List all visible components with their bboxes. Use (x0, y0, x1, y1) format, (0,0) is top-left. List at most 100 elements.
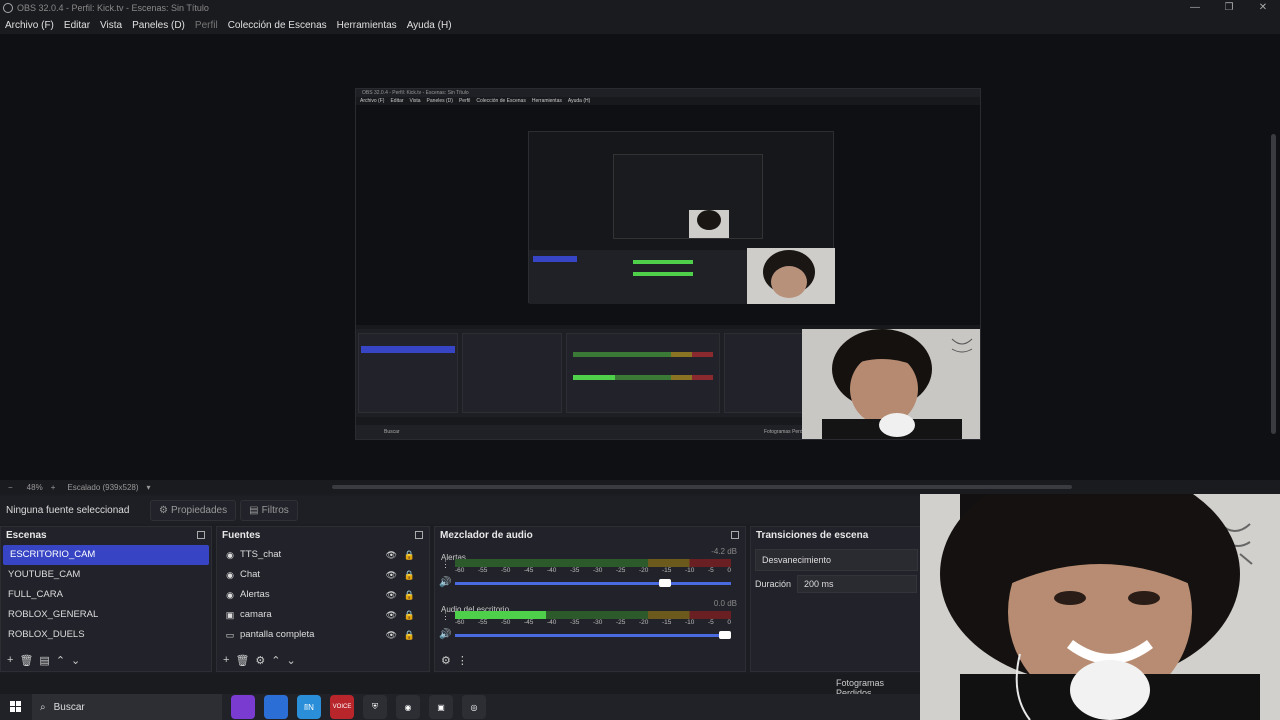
undock-icon[interactable] (197, 531, 205, 539)
transition-type-select[interactable]: Desvanecimiento (755, 549, 918, 571)
zoom-in-button[interactable]: + (51, 483, 56, 492)
menu-herramientas[interactable]: Herramientas (332, 20, 402, 31)
mixer-menu-icon[interactable]: ⋮ (457, 654, 468, 667)
browser-icon: ◉ (226, 550, 234, 560)
preview-horizontal-scrollbar[interactable] (332, 485, 1072, 489)
visibility-eye-icon[interactable]: 👁 (386, 625, 397, 645)
windows-logo-icon (10, 701, 21, 712)
channel-db: -4.2 dB (711, 547, 737, 556)
wave-icon[interactable]: ſIN (297, 695, 321, 719)
add-scene-icon[interactable]: + (7, 654, 13, 666)
source-label: pantalla completa (240, 629, 315, 640)
move-down-icon[interactable]: ⌄ (287, 654, 296, 667)
properties-label: Propiedades (170, 504, 228, 516)
tick-label: -20 (639, 567, 649, 574)
lock-icon[interactable]: 🔒 (404, 585, 415, 605)
preview-vertical-scrollbar[interactable] (1271, 134, 1276, 434)
tick-label: -25 (616, 567, 626, 574)
source-item[interactable]: ▣ camara 👁 🔒 (217, 605, 429, 625)
filters-button[interactable]: ▤ Filtros (240, 499, 298, 521)
fader-knob[interactable] (658, 579, 671, 587)
taskbar-search[interactable]: ⌕ Buscar (32, 694, 222, 720)
no-source-label: Ninguna fuente seleccionad (6, 504, 130, 516)
visibility-eye-icon[interactable]: 👁 (386, 565, 397, 585)
move-up-icon[interactable]: ⌃ (271, 654, 280, 667)
zoom-out-button[interactable]: − (8, 483, 13, 492)
add-source-icon[interactable]: + (223, 654, 229, 666)
lock-icon[interactable]: 🔒 (404, 565, 415, 585)
duration-input[interactable]: 200 ms (797, 575, 918, 593)
move-up-icon[interactable]: ⌃ (56, 654, 65, 667)
chrome-alt-icon[interactable]: ◎ (462, 695, 486, 719)
scaling-label: Escalado (939x528) (67, 482, 139, 492)
duration-row: Duración 200 ms (755, 575, 918, 593)
source-label: Chat (240, 569, 261, 580)
remove-scene-icon[interactable]: 🗑 (19, 654, 33, 667)
undock-icon[interactable] (415, 531, 423, 539)
transitions-title: Transiciones de escena (756, 530, 869, 541)
speaker-icon[interactable]: 🔊 (439, 629, 451, 640)
source-settings-icon[interactable]: ⚙ (255, 654, 265, 667)
menu-perfil[interactable]: Perfil (190, 20, 223, 31)
remove-source-icon[interactable]: 🗑 (235, 654, 249, 667)
source-item[interactable]: ◉ Alertas 👁 🔒 (217, 585, 429, 605)
source-item[interactable]: ◉ TTS_chat 👁 🔒 (217, 545, 429, 565)
menu-coleccion-escenas[interactable]: Colección de Escenas (223, 20, 332, 31)
mixer-title: Mezclador de audio (440, 530, 533, 541)
visibility-eye-icon[interactable]: 👁 (386, 585, 397, 605)
menu-vista[interactable]: Vista (95, 20, 127, 31)
lock-icon[interactable]: 🔒 (404, 625, 415, 645)
scene-item-escritorio-cam[interactable]: ESCRITORIO_CAM (3, 545, 209, 565)
shield-icon[interactable]: ⛨ (363, 695, 387, 719)
chrome-icon[interactable] (264, 695, 288, 719)
volume-fader[interactable] (455, 579, 731, 587)
scaling-dropdown-icon[interactable]: ▾ (147, 483, 151, 492)
windows-taskbar: ⌕ Buscar ſIN VOICE ⛨ ◉ ▣ ◎ (0, 694, 920, 720)
maximize-button[interactable]: ❐ (1212, 0, 1246, 16)
menu-archivo[interactable]: Archivo (F) (0, 20, 59, 31)
undock-icon[interactable] (731, 531, 739, 539)
filters-label: Filtros (261, 504, 289, 516)
minimize-button[interactable]: — (1178, 0, 1212, 16)
window-titlebar: OBS 32.0.4 - Perfil: Kick.tv - Escenas: … (0, 0, 1280, 16)
browser-icon: ◉ (226, 570, 234, 580)
speaker-icon[interactable]: 🔊 (439, 577, 451, 588)
volume-fader[interactable] (455, 631, 732, 639)
source-item[interactable]: ◉ Chat 👁 🔒 (217, 565, 429, 585)
menu-ayuda[interactable]: Ayuda (H) (402, 20, 457, 31)
multi-window-icon[interactable]: ▣ (429, 695, 453, 719)
menu-editar[interactable]: Editar (59, 20, 95, 31)
tick-label: -30 (593, 567, 603, 574)
chrome-canary-icon[interactable] (231, 695, 255, 719)
lock-icon[interactable]: 🔒 (404, 545, 415, 565)
menu-paneles[interactable]: Paneles (D) (127, 20, 190, 31)
nested-title: OBS 32.0.4 - Perfil: Kick.tv - Escenas: … (356, 89, 980, 97)
voice-meter-icon[interactable]: VOICE (330, 695, 354, 719)
scene-item-youtube-cam[interactable]: YOUTUBE_CAM (1, 565, 211, 585)
channel-menu-icon[interactable]: ⋮ (441, 611, 450, 622)
visibility-eye-icon[interactable]: 👁 (386, 605, 397, 625)
nested-preview (356, 105, 980, 325)
scene-item-roblox-general[interactable]: ROBLOX_GENERAL (1, 605, 211, 625)
fader-knob[interactable] (719, 631, 732, 639)
visibility-eye-icon[interactable]: 👁 (386, 545, 397, 565)
scene-filters-icon[interactable]: ▤ (39, 654, 49, 667)
tick-label: -45 (524, 567, 534, 574)
nested-webcam (802, 329, 980, 439)
zoom-percent: 48% (26, 482, 43, 492)
tick-label: -35 (570, 619, 580, 626)
source-item[interactable]: ▭ pantalla completa 👁 🔒 (217, 625, 429, 645)
advanced-audio-icon[interactable]: ⚙ (441, 654, 451, 667)
nested-webcam-image (802, 329, 980, 439)
properties-button[interactable]: ⚙ Propiedades (150, 499, 237, 521)
obs-icon[interactable]: ◉ (396, 695, 420, 719)
scene-item-roblox-duels[interactable]: ROBLOX_DUELS (1, 625, 211, 645)
channel-menu-icon[interactable]: ⋮ (441, 559, 450, 570)
close-button[interactable]: ✕ (1246, 0, 1280, 16)
start-button[interactable] (0, 701, 32, 713)
scene-item-full-cara[interactable]: FULL_CARA (1, 585, 211, 605)
move-down-icon[interactable]: ⌄ (71, 654, 80, 667)
tick-label: -5 (708, 567, 714, 574)
lock-icon[interactable]: 🔒 (404, 605, 415, 625)
tick-label: -40 (547, 619, 557, 626)
